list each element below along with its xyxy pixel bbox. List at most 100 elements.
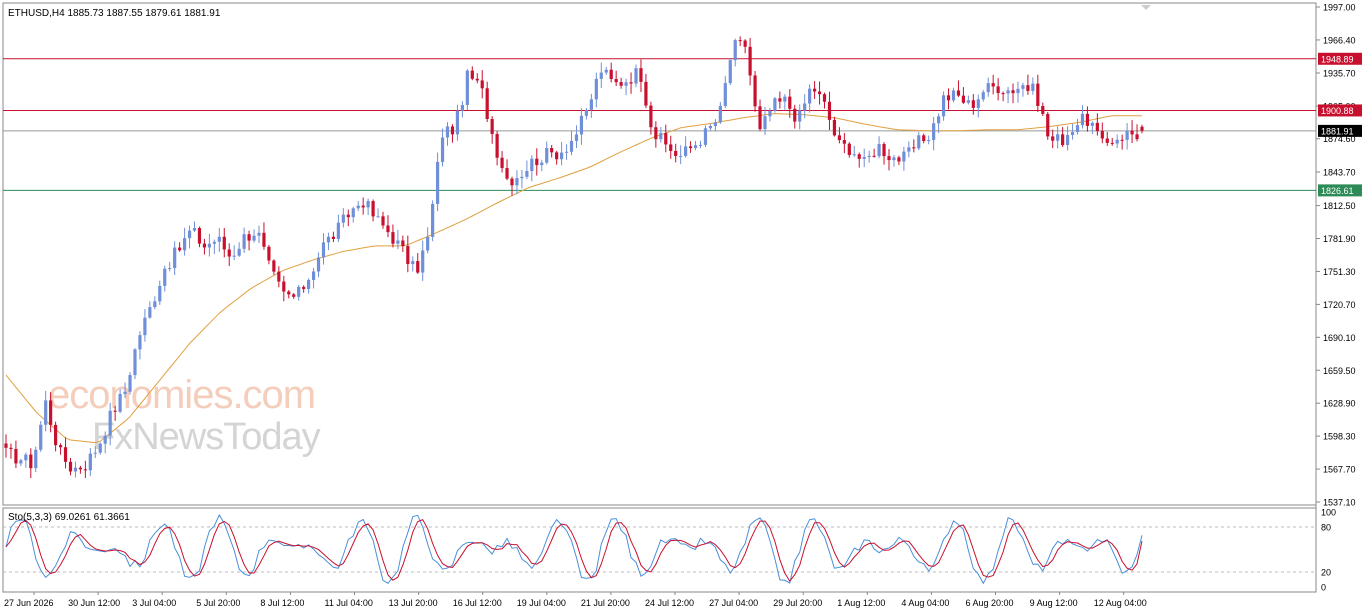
price-tick-label: 1628.90: [1323, 399, 1356, 409]
stoch-tick-label: 0: [1321, 583, 1326, 593]
time-tick-label: 4 Aug 04:00: [901, 598, 949, 608]
candle-bear: [956, 90, 961, 96]
candle-bear: [9, 447, 13, 449]
candle-bull: [693, 145, 698, 149]
candle-bull: [257, 232, 261, 236]
candle-bear: [247, 234, 251, 241]
price-tick-label: 1997.00: [1323, 3, 1356, 13]
candle-bear: [1041, 105, 1045, 114]
candle-bear: [1085, 113, 1090, 126]
price-tick-label: 1720.70: [1323, 300, 1356, 310]
candle-bull: [783, 96, 787, 102]
candle-bull: [396, 240, 400, 244]
candle-bear: [29, 454, 33, 469]
candle-bull: [103, 435, 107, 444]
candle-bear: [817, 91, 822, 95]
candle-bear: [406, 246, 410, 265]
candle-bull: [927, 140, 931, 142]
symbol-header: ETHUSD,H4 1885.73 1887.55 1879.61 1881.9…: [8, 8, 221, 19]
candle-bear: [857, 154, 861, 159]
candle-bull: [733, 40, 737, 61]
candle-bull: [341, 214, 345, 223]
candle-bull: [1031, 83, 1035, 91]
candle-bear: [842, 140, 846, 144]
candle-bear: [1046, 113, 1050, 137]
level-tag-label: 1881.91: [1321, 126, 1354, 136]
price-tick-label: 1598.30: [1323, 432, 1356, 442]
candle-bear: [738, 40, 742, 42]
candle-bull: [803, 103, 807, 111]
price-tick-label: 1751.30: [1323, 267, 1356, 277]
time-tick-label: 21 Jul 20:00: [581, 598, 630, 608]
stochastic-axis: 100 80 20 0: [1321, 508, 1336, 593]
candle-bull: [366, 201, 370, 208]
candle-bull: [311, 271, 316, 280]
candle-bull: [93, 452, 97, 454]
candle-bear: [470, 70, 474, 79]
level-tag-label: 1948.89: [1321, 54, 1354, 64]
candle-bull: [143, 317, 147, 336]
candle-bear: [664, 133, 668, 145]
candle-bull: [98, 443, 102, 453]
candle-bull: [73, 467, 78, 472]
candle-bull: [981, 92, 985, 100]
candle-bull: [1115, 139, 1119, 144]
candle-bull: [187, 230, 192, 239]
time-tick-label: 27 Jun 2026: [4, 598, 54, 608]
candle-bull: [426, 236, 430, 251]
candle-bear: [222, 236, 226, 250]
price-tick-label: 1781.90: [1323, 234, 1356, 244]
time-tick-label: 24 Jul 12:00: [645, 598, 694, 608]
price-tick-label: 1537.10: [1323, 498, 1356, 508]
stoch-tick-label: 100: [1321, 508, 1336, 518]
indicator-label: Sto(5,3,3) 69.0261 61.3661: [8, 512, 130, 523]
candle-bull: [455, 110, 460, 135]
candle-bear: [748, 46, 752, 76]
candle-bear: [416, 261, 420, 273]
candle-bull: [1090, 122, 1094, 126]
candle-bear: [381, 216, 385, 226]
time-tick-label: 9 Aug 12:00: [1030, 598, 1078, 608]
candle-bear: [272, 260, 276, 272]
time-tick-label: 19 Jul 04:00: [517, 598, 566, 608]
candle-bear: [619, 82, 623, 86]
candle-bull: [39, 424, 43, 450]
candle-bull: [252, 235, 256, 241]
price-tick-label: 1812.50: [1323, 201, 1356, 211]
candle-bear: [555, 152, 559, 160]
candle-bear: [1100, 131, 1104, 139]
candle-bear: [788, 96, 792, 109]
candle-bull: [163, 268, 167, 286]
candle-bull: [515, 178, 519, 186]
candle-bear: [1011, 90, 1015, 94]
candle-bull: [326, 236, 331, 243]
candle-bull: [768, 110, 772, 117]
stoch-tick-label: 20: [1321, 568, 1331, 578]
candle-bear: [302, 286, 306, 289]
candle-bear: [113, 410, 117, 412]
candle-bull: [902, 151, 906, 162]
candle-bull: [1070, 132, 1075, 135]
candle-bear: [753, 75, 757, 107]
candle-bull: [34, 449, 38, 469]
candle-bear: [1120, 139, 1124, 141]
price-tick-label: 1935.70: [1323, 68, 1356, 78]
chart-canvas[interactable]: economies.com FxNewsToday 1997.00 1966.40…: [0, 0, 1366, 615]
candle-bull: [123, 391, 127, 395]
candle-bull: [207, 243, 211, 248]
candle-bull: [698, 144, 703, 146]
candle-bull: [158, 285, 162, 302]
price-tick-label: 1567.70: [1323, 465, 1356, 475]
candle-bear: [401, 240, 405, 247]
candle-bear: [872, 155, 876, 157]
candle-bull: [128, 375, 132, 392]
candle-bear: [202, 243, 207, 248]
candle-bull: [679, 155, 683, 157]
candle-bear: [654, 127, 658, 140]
candle-bull: [634, 68, 638, 84]
candle-bull: [212, 241, 216, 244]
candle-bear: [897, 157, 901, 162]
price-tick-label: 1966.40: [1323, 35, 1356, 45]
candle-bear: [1130, 130, 1134, 135]
time-tick-label: 6 Aug 20:00: [966, 598, 1014, 608]
